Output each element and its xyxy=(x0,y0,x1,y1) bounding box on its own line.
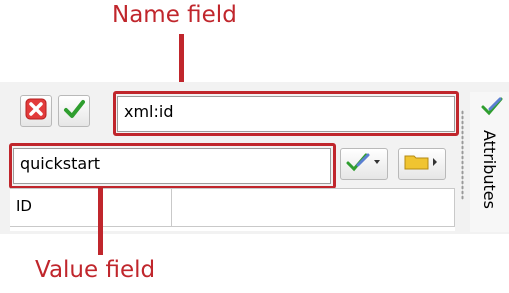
value-field[interactable]: quickstart xyxy=(13,148,331,184)
browse-button[interactable] xyxy=(398,148,446,180)
red-x-icon xyxy=(25,98,47,125)
value-field-callout-line xyxy=(98,187,103,255)
panel-splitter-grip[interactable] xyxy=(461,110,464,200)
value-field-callout-label: Value field xyxy=(35,257,156,283)
edit-check-dropdown-icon xyxy=(344,151,384,178)
attributes-grid: ID xyxy=(10,188,455,231)
attributes-check-icon xyxy=(480,94,504,123)
cancel-button[interactable] xyxy=(20,95,52,127)
name-field-callout-label: Name field xyxy=(112,2,237,28)
green-check-icon xyxy=(63,98,85,125)
attributes-tab-label: Attributes xyxy=(480,130,499,209)
accept-button[interactable] xyxy=(58,95,90,127)
grid-column-header-id[interactable]: ID xyxy=(10,189,172,227)
edit-dropdown-button[interactable] xyxy=(340,148,388,180)
name-field[interactable]: xml:id xyxy=(117,96,455,132)
grid-column-header-value[interactable] xyxy=(172,189,455,227)
folder-browse-icon xyxy=(402,151,442,178)
attributes-side-tab[interactable]: Attributes xyxy=(470,92,509,232)
